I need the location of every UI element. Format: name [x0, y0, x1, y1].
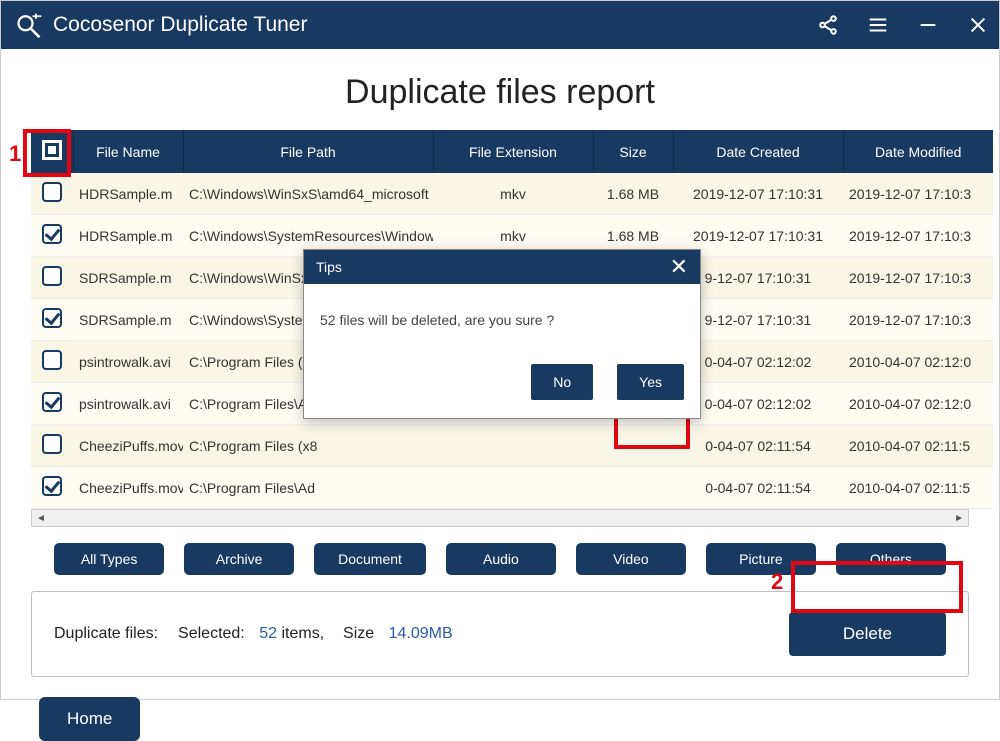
close-icon[interactable] — [967, 14, 989, 36]
share-icon[interactable] — [817, 14, 839, 36]
row-checkbox[interactable] — [42, 392, 62, 412]
table-row[interactable]: CheeziPuffs.movC:\Program Files\Ad 0-04-0… — [31, 467, 993, 509]
titlebar: Cocosenor Duplicate Tuner — [1, 1, 999, 49]
filter-picture[interactable]: Picture — [706, 543, 816, 575]
row-checkbox[interactable] — [42, 308, 62, 328]
minimize-icon[interactable] — [917, 14, 939, 36]
cell-name: HDRSample.m — [73, 215, 183, 257]
col-header-ext[interactable]: File Extension — [433, 130, 593, 173]
cell-created: 0-04-07 02:11:54 — [673, 425, 843, 467]
items-word: items, — [281, 625, 324, 643]
cell-size — [593, 467, 673, 509]
scroll-left-icon[interactable]: ◄ — [32, 513, 50, 524]
row-checkbox[interactable] — [42, 266, 62, 286]
cell-modified: 2010-04-07 02:12:0 — [843, 383, 993, 425]
table-row[interactable]: CheeziPuffs.movC:\Program Files (x8 0-04-… — [31, 425, 993, 467]
filter-document[interactable]: Document — [314, 543, 426, 575]
col-header-path[interactable]: File Path — [183, 130, 433, 173]
filter-archive[interactable]: Archive — [184, 543, 294, 575]
cell-modified: 2019-12-07 17:10:3 — [843, 173, 993, 215]
dialog-no-button[interactable]: No — [531, 364, 593, 400]
cell-name: HDRSample.m — [73, 173, 183, 215]
size-word: Size — [343, 625, 374, 643]
select-all-checkbox[interactable] — [42, 140, 62, 160]
selected-label: Selected: — [178, 625, 245, 643]
filter-audio[interactable]: Audio — [446, 543, 556, 575]
cell-name: CheeziPuffs.mov — [73, 467, 183, 509]
delete-button[interactable]: Delete — [789, 612, 946, 656]
row-checkbox[interactable] — [42, 350, 62, 370]
page-title: Duplicate files report — [1, 73, 999, 112]
callout-num-1: 1 — [9, 141, 21, 167]
filter-others[interactable]: Others — [836, 543, 946, 575]
app-title: Cocosenor Duplicate Tuner — [53, 13, 817, 37]
filter-all-types[interactable]: All Types — [54, 543, 164, 575]
row-checkbox[interactable] — [42, 434, 62, 454]
cell-name: CheeziPuffs.mov — [73, 425, 183, 467]
dialog-yes-button[interactable]: Yes — [617, 364, 684, 400]
cell-modified: 2019-12-07 17:10:3 — [843, 299, 993, 341]
cell-size — [593, 425, 673, 467]
cell-modified: 2010-04-07 02:11:5 — [843, 425, 993, 467]
home-button[interactable]: Home — [39, 697, 140, 741]
filter-video[interactable]: Video — [576, 543, 686, 575]
cell-ext — [433, 467, 593, 509]
cell-name: psintrowalk.avi — [73, 383, 183, 425]
scroll-right-icon[interactable]: ► — [950, 513, 968, 524]
dup-label: Duplicate files: — [54, 625, 158, 643]
selected-count: 52 — [259, 625, 277, 643]
cell-modified: 2019-12-07 17:10:3 — [843, 257, 993, 299]
cell-modified: 2019-12-07 17:10:3 — [843, 215, 993, 257]
cell-path: C:\Program Files\Ad — [183, 467, 433, 509]
col-header-name[interactable]: File Name — [73, 130, 183, 173]
col-header-modified[interactable]: Date Modified — [843, 130, 993, 173]
row-checkbox[interactable] — [42, 224, 62, 244]
callout-num-2: 2 — [771, 569, 783, 595]
dialog-message: 52 files will be deleted, are you sure ? — [304, 284, 700, 354]
cell-path: C:\Program Files (x8 — [183, 425, 433, 467]
horizontal-scrollbar[interactable]: ◄ ► — [31, 509, 969, 527]
row-checkbox[interactable] — [42, 476, 62, 496]
dialog-close-icon[interactable]: ✕ — [670, 258, 688, 276]
menu-icon[interactable] — [867, 14, 889, 36]
row-checkbox[interactable] — [42, 182, 62, 202]
cell-path: C:\Windows\WinSxS\amd64_microsoft — [183, 173, 433, 215]
cell-created: 0-04-07 02:11:54 — [673, 467, 843, 509]
cell-name: SDRSample.m — [73, 299, 183, 341]
filter-bar: All Types Archive Document Audio Video Pictur… — [1, 543, 999, 575]
confirm-dialog: Tips ✕ 52 files will be deleted, are you… — [303, 249, 701, 419]
selected-size: 14.09MB — [389, 625, 453, 643]
cell-name: SDRSample.m — [73, 257, 183, 299]
col-header-created[interactable]: Date Created — [673, 130, 843, 173]
dialog-title: Tips — [316, 259, 670, 275]
app-logo-icon — [15, 11, 43, 39]
cell-created: 2019-12-07 17:10:31 — [673, 173, 843, 215]
cell-size: 1.68 MB — [593, 173, 673, 215]
cell-ext — [433, 425, 593, 467]
col-header-size[interactable]: Size — [593, 130, 673, 173]
cell-name: psintrowalk.avi — [73, 341, 183, 383]
cell-ext: mkv — [433, 173, 593, 215]
table-row[interactable]: HDRSample.mC:\Windows\WinSxS\amd64_micro… — [31, 173, 993, 215]
cell-modified: 2010-04-07 02:11:5 — [843, 467, 993, 509]
status-bar: Duplicate files: Selected: 52 items, Siz… — [31, 591, 969, 677]
cell-modified: 2010-04-07 02:12:0 — [843, 341, 993, 383]
